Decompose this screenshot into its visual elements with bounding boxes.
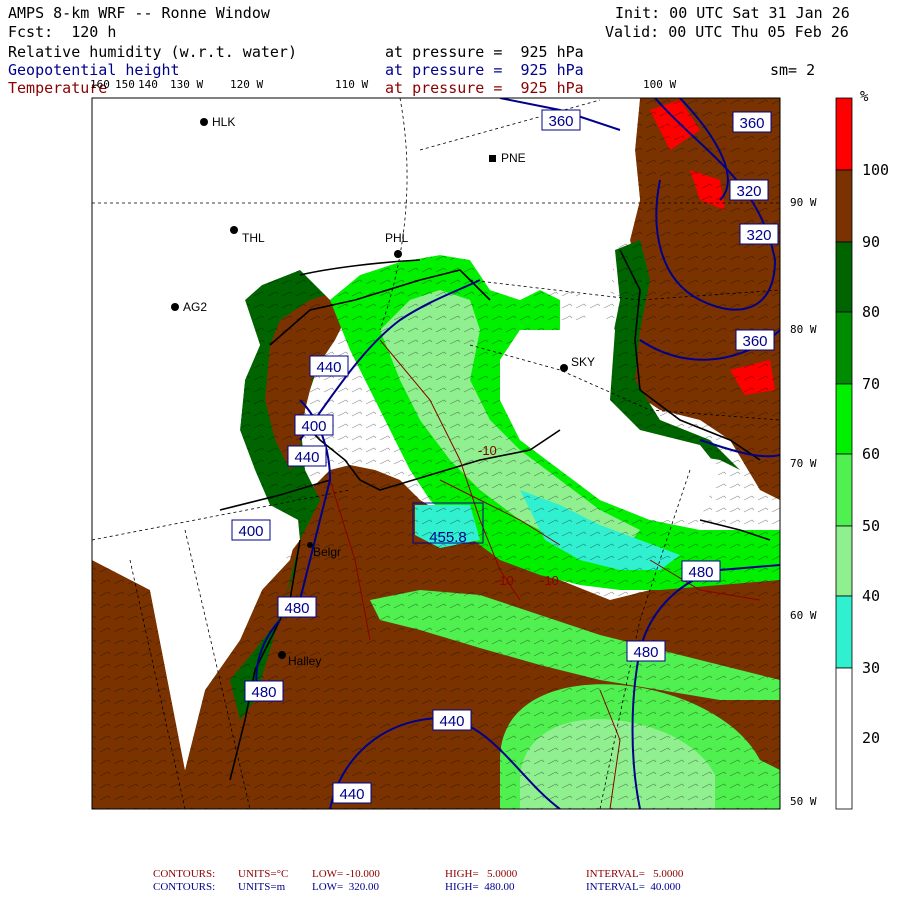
height-label-text-11: 455.8 [429,529,467,546]
height-label-9: 400 [231,519,271,541]
footer-height-interval: INTERVAL= 40.000 [586,881,681,893]
footer-temp-high: HIGH= 5.0000 [445,868,518,880]
colorbar-swatch-7 [835,525,853,597]
footer-temp-units: UNITS=°C [238,868,289,880]
station-belgr: Belgr [307,542,341,559]
lat-label-60: 60 W [790,609,817,622]
height-label-7: 400 [294,414,334,436]
station-label-phl: PHL [385,231,409,245]
height-label-16: 440 [332,782,372,804]
height-label-text-4: 320 [746,227,771,244]
height-label-text-5: 360 [742,333,767,350]
temperature-label-2: -10 [540,573,559,588]
height-label-text-9: 400 [238,523,263,540]
station-label-hlk: HLK [212,115,235,129]
colorbar-swatch-8 [835,595,853,669]
colorbar [835,97,853,810]
colorbar-swatch-5 [835,383,853,455]
station-label-pne: PNE [501,151,526,165]
map-fields: 360 360 320 320 360 440 400 440 400 480 … [92,98,780,809]
colorbar-tick-50: 50 [862,517,881,535]
lat-label-90: 90 W [790,196,817,209]
height-label-1: 360 [541,109,581,131]
colorbar-swatch-1 [835,97,853,171]
station-label-sky: SKY [571,355,595,369]
height-label-text-8: 440 [294,449,319,466]
height-label-4: 320 [739,223,779,245]
colorbar-tick-90: 90 [862,233,881,251]
footer-height-units: UNITS=m [238,881,286,893]
height-label-2: 360 [732,111,772,133]
station-label-halley: Halley [288,654,321,668]
height-label-text-6: 440 [316,359,341,376]
footer-temp-label: CONTOURS: [153,868,216,880]
height-label-14: 480 [244,680,284,702]
colorbar-swatch-2 [835,169,853,243]
footer-height-low: LOW= 320.00 [312,881,379,893]
colorbar-swatch-4 [835,311,853,385]
colorbar-swatch-6 [835,453,853,527]
height-label-13: 480 [626,640,666,662]
height-label-10: 480 [277,596,317,618]
colorbar-swatch-9 [835,667,853,810]
footer-temp-low: LOW= -10.000 [312,868,380,880]
height-label-12: 480 [681,560,721,582]
station-label-ag2: AG2 [183,300,207,314]
lat-label-80: 80 W [790,323,817,336]
station-label-belgr: Belgr [313,545,341,559]
height-label-text-15: 440 [439,713,464,730]
height-label-5: 360 [735,329,775,351]
lat-label-70: 70 W [790,457,817,470]
footer-height-high: HIGH= 480.00 [445,881,515,893]
height-label-text-16: 440 [339,786,364,803]
height-label-15: 440 [432,709,472,731]
height-label-6: 440 [309,355,349,377]
colorbar-tick-20: 20 [862,729,881,747]
colorbar-tick-100: 100 [862,161,890,179]
footer-height-label: CONTOURS: [153,881,216,893]
height-label-text-7: 400 [301,418,326,435]
height-label-text-12: 480 [688,564,713,581]
colorbar-tick-60: 60 [862,445,881,463]
colorbar-unit: % [860,89,869,105]
map-plot: 360 360 320 320 360 440 400 440 400 480 … [91,97,853,810]
lat-label-50: 50 W [790,795,817,808]
colorbar-tick-80: 80 [862,303,881,321]
temperature-label-3: -10 [478,443,497,458]
height-label-text-13: 480 [633,644,658,661]
temperature-label-1: -10 [495,573,514,588]
height-label-text-14: 480 [251,684,276,701]
height-label-3: 320 [729,179,769,201]
height-label-text-10: 480 [284,600,309,617]
footer-temp-interval: INTERVAL= 5.0000 [586,868,684,880]
height-label-text-3: 320 [736,183,761,200]
colorbar-tick-30: 30 [862,659,881,677]
height-label-text-1: 360 [548,113,573,130]
height-label-8: 440 [287,445,327,467]
colorbar-tick-40: 40 [862,587,881,605]
station-label-thl: THL [242,231,265,245]
height-label-text-2: 360 [739,115,764,132]
colorbar-swatch-3 [835,241,853,313]
colorbar-tick-70: 70 [862,375,881,393]
